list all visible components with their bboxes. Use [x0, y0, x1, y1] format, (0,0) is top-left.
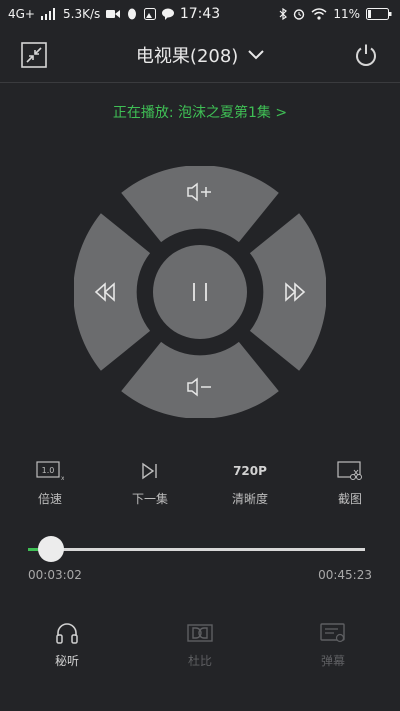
signal-icon: [41, 8, 55, 20]
private-listen-label: 秘听: [54, 654, 79, 668]
elapsed-time: 00:03:02: [28, 568, 82, 582]
progress-slider[interactable]: [28, 536, 365, 562]
svg-text:x: x: [61, 475, 64, 481]
speed-button[interactable]: 1.0 x 倍速: [10, 460, 90, 507]
danmaku-icon: [320, 623, 345, 643]
danmaku-button[interactable]: 弹幕: [293, 622, 373, 669]
battery-percent: 11%: [333, 7, 360, 21]
bluetooth-icon: [279, 8, 288, 20]
dpad-graphic: [74, 166, 326, 418]
screenshot-label: 截图: [337, 492, 362, 506]
power-icon: [356, 44, 376, 66]
progress-thumb[interactable]: [38, 536, 64, 562]
control-row: 1.0 x 倍速 下一集 720P 清晰度 截图: [0, 460, 400, 510]
play-pause-button[interactable]: [153, 245, 247, 339]
volume-down-button[interactable]: [121, 341, 279, 418]
alarm-icon: [294, 9, 305, 20]
device-selector[interactable]: 电视果(208): [0, 42, 400, 68]
screenshot-button[interactable]: 截图: [310, 460, 390, 507]
resolution-label: 清晰度: [231, 492, 268, 506]
screenshot-icon: [337, 461, 362, 480]
chevron-down-icon: [248, 50, 264, 60]
private-listen-button[interactable]: 秘听: [27, 622, 107, 669]
chat-icon: [162, 8, 175, 20]
power-button[interactable]: [349, 38, 383, 72]
gallery-icon: [144, 8, 157, 20]
video-icon: [106, 10, 121, 18]
device-title: 电视果(208): [135, 46, 239, 67]
dolby-icon: [187, 624, 213, 642]
network-speed: 5.3K/s: [63, 7, 101, 21]
fast-forward-button[interactable]: [249, 213, 326, 371]
headphones-icon: [56, 623, 78, 644]
resolution-button[interactable]: 720P 清晰度: [210, 460, 290, 507]
now-playing-link[interactable]: 正在播放: 泡沫之夏第1集 >: [0, 102, 400, 122]
next-episode-icon: [142, 462, 157, 480]
status-right: 11%: [279, 7, 392, 21]
speed-icon: 1.0 x: [36, 461, 64, 481]
network-type: 4G+: [8, 7, 35, 21]
header: 电视果(208): [0, 32, 400, 78]
next-episode-label: 下一集: [131, 492, 168, 506]
remote-dpad: [74, 166, 326, 418]
dolby-label: 杜比: [187, 654, 212, 668]
header-divider: [0, 82, 400, 83]
volume-up-button[interactable]: [121, 166, 279, 243]
battery-icon: [366, 8, 392, 20]
danmaku-label: 弹幕: [320, 654, 345, 668]
wifi-icon: [311, 8, 327, 20]
total-time: 00:45:23: [318, 568, 372, 582]
dolby-button[interactable]: 杜比: [160, 622, 240, 669]
resolution-icon: 720P: [210, 460, 290, 482]
status-bar: 4G+ 5.3K/s 17:43 11%: [0, 0, 400, 28]
status-left: 4G+ 5.3K/s: [8, 7, 175, 21]
resolution-value: 720P: [233, 464, 267, 478]
qq-icon: [128, 8, 137, 20]
speed-icon-text: 1.0: [42, 466, 55, 475]
speed-label: 倍速: [37, 492, 62, 506]
rewind-button[interactable]: [74, 213, 151, 371]
next-episode-button[interactable]: 下一集: [110, 460, 190, 507]
